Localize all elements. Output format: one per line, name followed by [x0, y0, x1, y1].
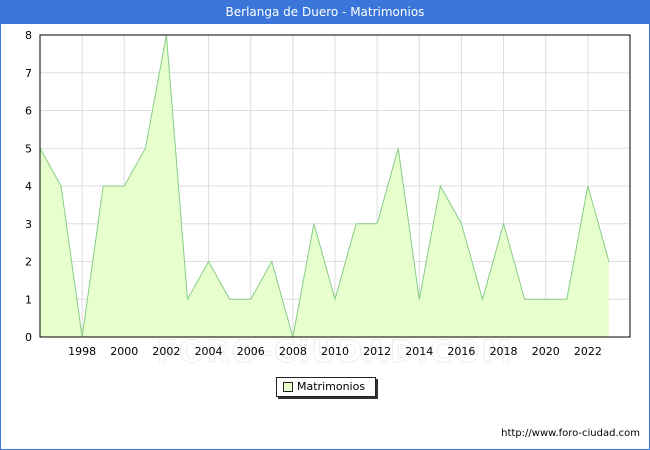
x-tick-label: 2018 — [490, 345, 518, 358]
x-tick-label: 2016 — [447, 345, 475, 358]
x-tick-label: 2002 — [152, 345, 180, 358]
x-tick-label: 2008 — [279, 345, 307, 358]
x-tick-label: 2010 — [321, 345, 349, 358]
x-tick-label: 1998 — [68, 345, 96, 358]
y-tick-label: 3 — [25, 218, 32, 231]
y-tick-label: 8 — [25, 29, 32, 42]
legend: Matrimonios — [276, 377, 376, 397]
x-tick-label: 2000 — [110, 345, 138, 358]
y-tick-label: 1 — [25, 293, 32, 306]
x-tick-label: 2012 — [363, 345, 391, 358]
y-tick-label: 6 — [25, 105, 32, 118]
x-tick-label: 2004 — [195, 345, 223, 358]
y-tick-label: 5 — [25, 142, 32, 155]
source-url: http://www.foro-ciudad.com — [501, 428, 640, 439]
x-tick-label: 2020 — [532, 345, 560, 358]
legend-label: Matrimonios — [297, 380, 366, 393]
x-tick-label: 2022 — [574, 345, 602, 358]
y-tick-label: 0 — [25, 331, 32, 344]
y-tick-label: 4 — [25, 180, 32, 193]
x-tick-label: 2006 — [237, 345, 265, 358]
legend-swatch — [283, 382, 293, 392]
x-tick-label: 2014 — [405, 345, 433, 358]
y-tick-label: 7 — [25, 67, 32, 80]
y-tick-label: 2 — [25, 256, 32, 269]
